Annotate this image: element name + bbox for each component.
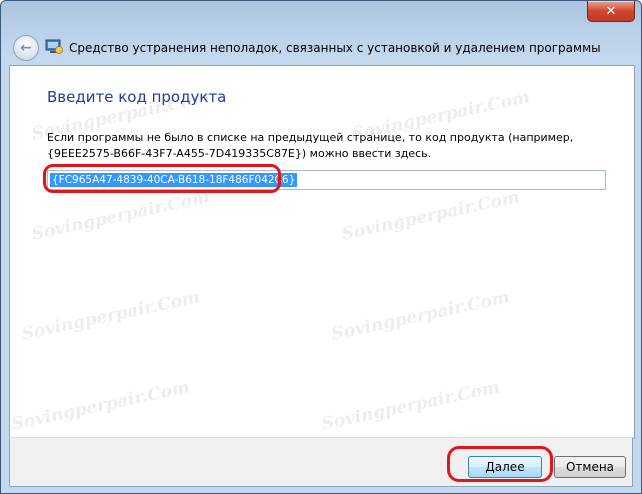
- troubleshooter-app-icon: [45, 39, 63, 54]
- instructions-text: Если программы не было в списке на преды…: [47, 130, 607, 162]
- watermark: Sovingperpair.Com: [9, 377, 192, 435]
- page-title: Введите код продукта: [47, 88, 227, 106]
- watermark: Sovingperpair.Com: [339, 187, 522, 245]
- close-button[interactable]: ✕: [587, 1, 635, 22]
- instructions-line-1: Если программы не было в списке на преды…: [47, 131, 574, 144]
- back-arrow-icon: ←: [20, 40, 32, 56]
- watermark: Sovingperpair.Com: [29, 187, 212, 245]
- highlight-annotation-next: [447, 446, 553, 482]
- watermark: Sovingperpair.Com: [319, 377, 502, 435]
- cancel-button[interactable]: Отмена: [554, 456, 626, 478]
- back-button[interactable]: ←: [13, 35, 39, 61]
- troubleshooter-window: ✕ ← Средство устранения неполадок, связа…: [0, 0, 642, 494]
- instructions-line-2: {9EEE2575-B66F-43F7-A455-7D419335C87E}) …: [47, 147, 432, 160]
- window-title: Средство устранения неполадок, связанных…: [69, 41, 601, 55]
- close-icon: ✕: [605, 3, 617, 19]
- watermark: Sovingperpair.Com: [19, 287, 202, 345]
- title-bar: ✕: [1, 1, 641, 29]
- highlight-annotation-input: [43, 164, 281, 193]
- wizard-header: ← Средство устранения неполадок, связанн…: [9, 31, 633, 65]
- watermark: Sovingperpair.Com: [329, 287, 512, 345]
- wizard-content: Sovingperpair.Com Sovingperpair.Com Sovi…: [9, 65, 635, 439]
